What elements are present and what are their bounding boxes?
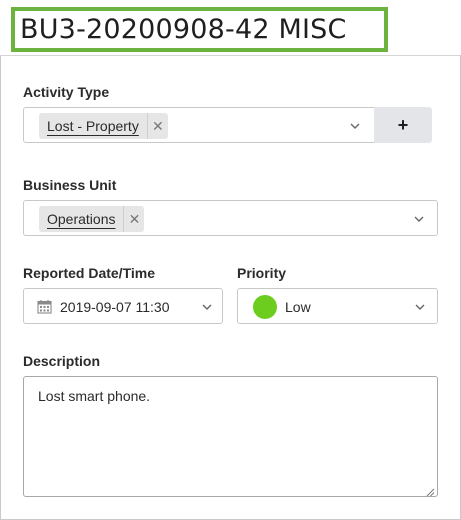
chevron-down-icon[interactable] bbox=[200, 300, 214, 314]
activity-type-chip-label: Lost - Property bbox=[47, 118, 139, 134]
priority-indicator bbox=[253, 295, 277, 319]
business-unit-chip-label: Operations bbox=[47, 211, 116, 227]
activity-type-chip: Lost - Property ✕ bbox=[39, 113, 168, 139]
priority-label: Priority bbox=[237, 265, 287, 281]
header-divider bbox=[1, 55, 460, 56]
priority-select[interactable]: Low bbox=[237, 288, 438, 324]
title-highlight: BU3-20200908-42 MISC bbox=[11, 7, 388, 52]
business-unit-select[interactable]: Operations ✕ bbox=[23, 200, 438, 236]
reported-datetime-picker[interactable]: 2019-09-07 11:30 bbox=[23, 288, 223, 324]
chevron-down-icon[interactable] bbox=[413, 300, 427, 314]
description-value: Lost smart phone. bbox=[38, 388, 151, 404]
header: BU3-20200908-42 MISC bbox=[0, 0, 461, 55]
activity-type-select[interactable]: Lost - Property ✕ bbox=[23, 107, 375, 143]
calendar-icon[interactable] bbox=[37, 299, 52, 314]
business-unit-chip: Operations ✕ bbox=[39, 206, 145, 232]
reported-datetime-value: 2019-09-07 11:30 bbox=[60, 299, 170, 315]
activity-type-label: Activity Type bbox=[23, 84, 110, 100]
resize-grip-icon[interactable] bbox=[425, 484, 435, 497]
add-activity-type-button[interactable]: + bbox=[374, 107, 432, 143]
description-label: Description bbox=[23, 353, 101, 369]
chevron-down-icon[interactable] bbox=[412, 212, 426, 226]
description-textarea[interactable]: Lost smart phone. bbox=[23, 376, 438, 497]
chevron-down-icon[interactable] bbox=[348, 119, 362, 133]
reported-datetime-label: Reported Date/Time bbox=[23, 265, 155, 281]
business-unit-label: Business Unit bbox=[23, 177, 117, 193]
close-icon[interactable]: ✕ bbox=[124, 206, 144, 232]
close-icon[interactable]: ✕ bbox=[148, 113, 168, 139]
page-title: BU3-20200908-42 MISC bbox=[20, 14, 347, 45]
priority-value: Low bbox=[285, 299, 311, 315]
